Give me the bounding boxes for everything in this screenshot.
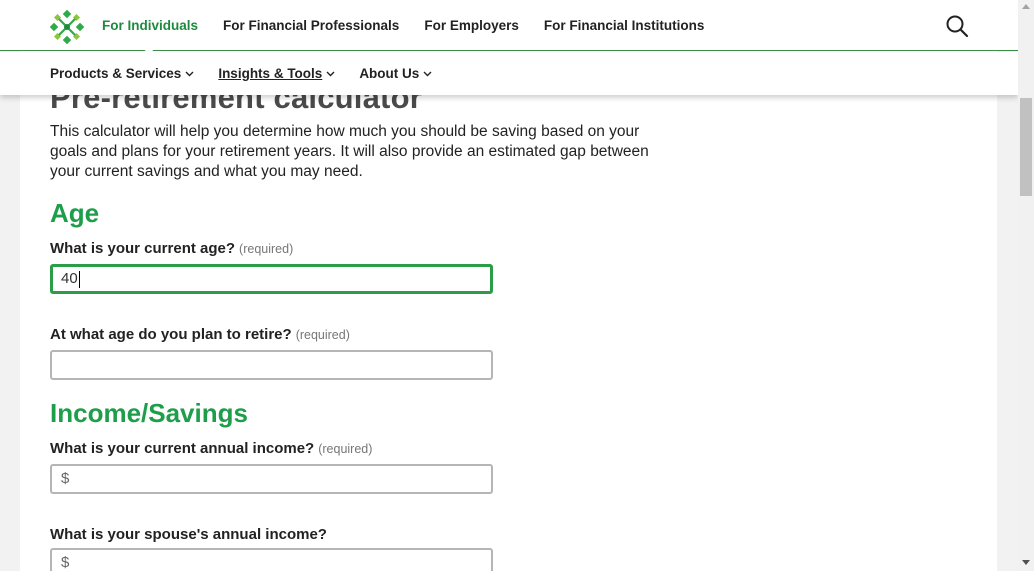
- vertical-scrollbar[interactable]: [1018, 0, 1034, 571]
- subnav-insights-tools-label: Insights & Tools: [218, 65, 323, 81]
- intro-text: This calculator will help you determine …: [50, 123, 649, 180]
- section-heading-age: Age: [50, 198, 100, 228]
- spouse-income-label: What is your spouse's annual income?: [50, 526, 327, 544]
- current-age-value: 40: [61, 270, 78, 287]
- top-nav-for-employers[interactable]: For Employers: [424, 0, 519, 51]
- retire-age-input[interactable]: [50, 350, 493, 380]
- subnav-about-us-label: About Us: [359, 65, 420, 81]
- top-navigation-bar: For Individuals For Financial Profession…: [0, 0, 1018, 51]
- annual-income-input[interactable]: $: [50, 464, 493, 494]
- top-nav-for-individuals[interactable]: For Individuals: [102, 0, 198, 51]
- subnav-products-services[interactable]: Products & Services: [50, 52, 194, 95]
- spouse-income-input[interactable]: $: [50, 548, 493, 571]
- text-caret: [78, 270, 80, 288]
- spouse-income-label-text: What is your spouse's annual income?: [50, 526, 327, 543]
- chevron-down-icon: [185, 71, 194, 76]
- currency-prefix: $: [61, 554, 70, 571]
- top-nav-links: For Individuals For Financial Profession…: [102, 0, 729, 51]
- section-heading-income: Income/Savings: [50, 398, 248, 428]
- chevron-down-icon: [423, 71, 432, 76]
- required-note: (required): [295, 328, 350, 342]
- subnav-products-services-label: Products & Services: [50, 65, 182, 81]
- annual-income-label: What is your current annual income? (requ…: [50, 440, 372, 458]
- current-age-label-text: What is your current age?: [50, 240, 236, 257]
- currency-prefix: $: [61, 470, 70, 487]
- subnav-insights-tools[interactable]: Insights & Tools: [218, 52, 335, 95]
- chevron-down-icon: [326, 71, 335, 76]
- required-note: (required): [318, 442, 373, 456]
- top-nav-for-financial-institutions[interactable]: For Financial Institutions: [544, 0, 705, 51]
- annual-income-label-text: What is your current annual income?: [50, 440, 315, 457]
- brand-logo-icon[interactable]: [50, 10, 84, 44]
- current-age-input[interactable]: 40: [50, 264, 493, 294]
- subnav-about-us[interactable]: About Us: [359, 52, 432, 95]
- current-age-label: What is your current age? (required): [50, 240, 293, 258]
- scroll-up-arrow-icon[interactable]: [1022, 4, 1030, 9]
- retire-age-label-text: At what age do you plan to retire?: [50, 326, 292, 343]
- scroll-down-arrow-icon[interactable]: [1022, 560, 1030, 565]
- search-icon[interactable]: [945, 14, 969, 38]
- sub-navigation-bar: Products & Services Insights & Tools Abo…: [0, 52, 1018, 95]
- scrollbar-thumb[interactable]: [1020, 98, 1032, 196]
- top-nav-for-financial-professionals[interactable]: For Financial Professionals: [223, 0, 399, 51]
- retire-age-label: At what age do you plan to retire? (requi…: [50, 326, 350, 344]
- required-note: (required): [239, 242, 294, 256]
- sub-nav-items: Products & Services Insights & Tools Abo…: [50, 52, 456, 95]
